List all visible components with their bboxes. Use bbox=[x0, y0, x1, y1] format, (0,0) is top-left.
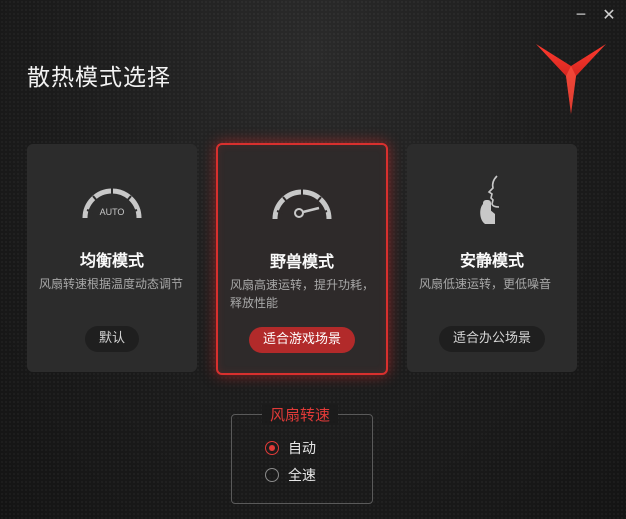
fan-speed-auto-radio[interactable]: 自动 bbox=[265, 438, 316, 458]
mode-name: 均衡模式 bbox=[79, 251, 144, 270]
radio-unselected-icon bbox=[265, 468, 279, 482]
close-button[interactable]: ✕ bbox=[600, 6, 618, 24]
mode-description: 风扇转速根据温度动态调节 bbox=[39, 277, 184, 291]
mode-name: 安静模式 bbox=[459, 251, 524, 270]
default-button[interactable]: 默认 bbox=[84, 326, 140, 352]
radio-label: 自动 bbox=[288, 441, 316, 457]
gaming-scene-button[interactable]: 适合游戏场景 bbox=[248, 327, 356, 353]
mode-card-quiet[interactable]: 安静模式 风扇低速运转，更低噪音 适合办公场景 bbox=[407, 144, 577, 372]
radio-label: 全速 bbox=[288, 468, 316, 484]
page-title: 散热模式选择 bbox=[27, 65, 171, 91]
fan-speed-full-radio[interactable]: 全速 bbox=[265, 465, 316, 485]
gauge-auto-icon: AUTO bbox=[82, 188, 142, 219]
radio-selected-icon bbox=[265, 441, 279, 455]
gauge-high-icon bbox=[272, 189, 332, 220]
brand-logo-icon bbox=[536, 44, 606, 114]
mode-card-balanced[interactable]: AUTO 均衡模式 风扇转速根据温度动态调节 默认 bbox=[27, 144, 197, 372]
quiet-face-icon bbox=[480, 175, 500, 224]
gauge-auto-text: AUTO bbox=[100, 207, 125, 217]
mode-description: 风扇低速运转，更低噪音 bbox=[419, 277, 552, 291]
office-scene-button[interactable]: 适合办公场景 bbox=[438, 326, 546, 352]
minimize-button[interactable]: ─ bbox=[572, 6, 590, 24]
fan-speed-group bbox=[231, 414, 373, 504]
fan-speed-label: 风扇转速 bbox=[262, 404, 339, 425]
mode-card-beast[interactable]: 野兽模式 风扇高速运转，提升功耗，释放性能 适合游戏场景 bbox=[216, 143, 388, 375]
mode-name: 野兽模式 bbox=[269, 252, 334, 271]
mode-description: 风扇高速运转，提升功耗，释放性能 bbox=[230, 278, 375, 310]
